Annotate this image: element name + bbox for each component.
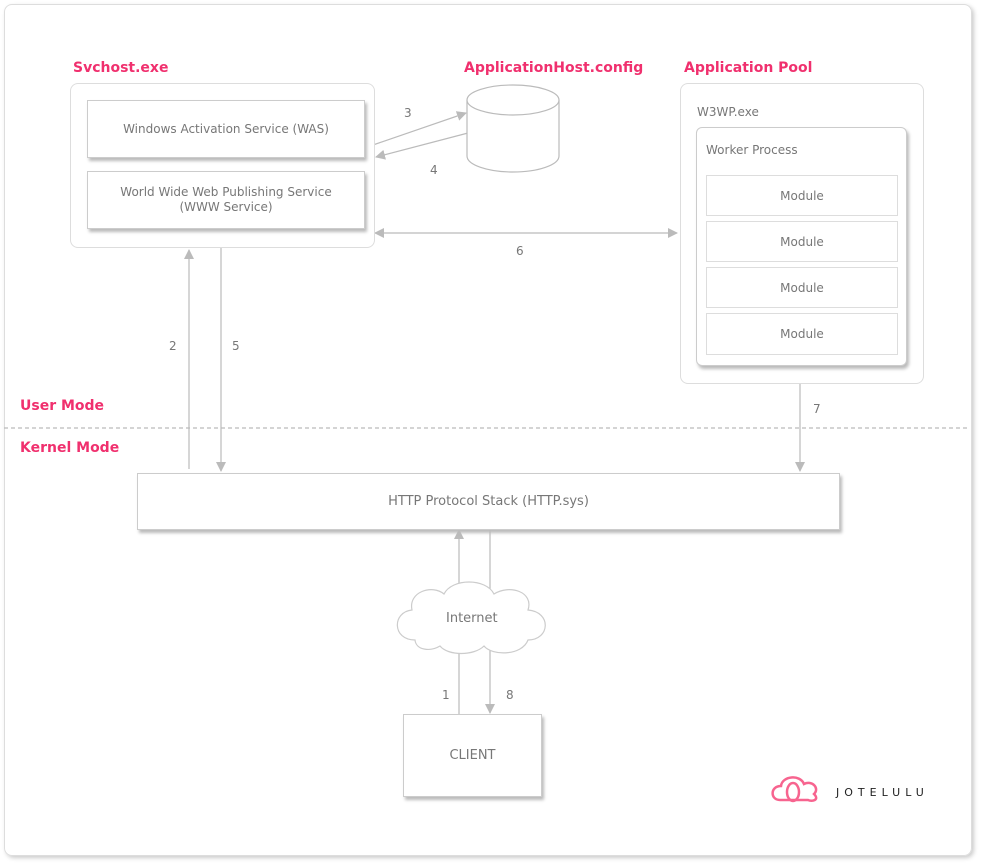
www-line1: World Wide Web Publishing Service xyxy=(120,185,332,199)
step-6: 6 xyxy=(516,244,524,258)
step-8: 8 xyxy=(506,688,514,702)
step-5: 5 xyxy=(232,339,240,353)
client-box: CLIENT xyxy=(403,714,542,797)
svchost-title: Svchost.exe xyxy=(73,60,169,76)
pool-title: Application Pool xyxy=(684,60,813,76)
www-line2: (WWW Service) xyxy=(179,200,273,214)
step-2: 2 xyxy=(169,339,177,353)
w3wp-label: W3WP.exe xyxy=(697,105,759,119)
logo-text: JOTELULU xyxy=(836,786,929,799)
step-4: 4 xyxy=(430,163,438,177)
database-icon xyxy=(466,84,560,173)
kernel-mode-label: Kernel Mode xyxy=(20,440,120,456)
arrow-4 xyxy=(375,132,469,160)
logo-cloud-icon xyxy=(771,776,818,803)
module-box: Module xyxy=(706,175,898,216)
http-sys-box: HTTP Protocol Stack (HTTP.sys) xyxy=(137,473,840,530)
config-title: ApplicationHost.config xyxy=(464,60,644,76)
internet-label: Internet xyxy=(446,611,498,626)
arrow-3 xyxy=(372,111,467,146)
step-3: 3 xyxy=(404,106,412,120)
was-box: Windows Activation Service (WAS) xyxy=(87,100,365,158)
module-box: Module xyxy=(706,267,898,308)
module-box: Module xyxy=(706,313,898,355)
module-box: Module xyxy=(706,221,898,262)
step-7: 7 xyxy=(813,402,821,416)
www-service-box: World Wide Web Publishing Service (WWW S… xyxy=(87,171,365,229)
worker-process-label: Worker Process xyxy=(706,143,798,157)
step-1: 1 xyxy=(442,688,450,702)
user-mode-label: User Mode xyxy=(20,398,105,414)
